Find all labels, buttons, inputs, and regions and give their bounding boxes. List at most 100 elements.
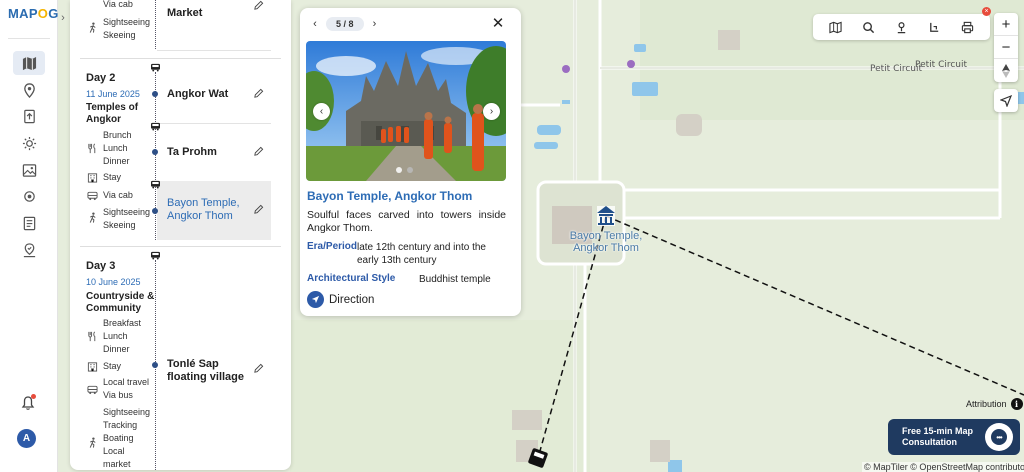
consultation-label: Free 15-min Map Consultation [902, 426, 974, 447]
bus-icon [87, 190, 98, 201]
bus-icon [87, 0, 98, 11]
direction-button[interactable]: Direction [307, 291, 374, 308]
timeline-dot [152, 149, 158, 155]
stop-name[interactable]: Bayon Temple, Angkor Thom [167, 197, 257, 223]
map-icon[interactable] [13, 51, 45, 75]
attribution-toggle[interactable]: Attribution i [966, 398, 1023, 410]
zoom-out-button[interactable]: − [994, 36, 1018, 59]
day-title: Day 2 [86, 72, 116, 84]
meal-icon [87, 331, 98, 342]
bus-icon [87, 384, 98, 395]
travel-mode: Via cab [103, 0, 133, 9]
sightseeing-icon [87, 212, 98, 223]
map-pin-check-icon[interactable] [13, 238, 45, 262]
travel-mode: Via cab [103, 190, 133, 200]
zoom-controls: + − [994, 13, 1018, 82]
bus-icon [151, 63, 160, 72]
place-description: Soulful faces carved into towers inside … [307, 209, 506, 234]
sightseeing-icon [87, 437, 98, 448]
travel-mode: Local travel Via bus [103, 377, 150, 400]
route-icon[interactable] [928, 20, 942, 34]
info-icon[interactable]: i [1010, 398, 1023, 410]
bus-icon [151, 251, 160, 260]
edit-pencil-icon[interactable] [253, 146, 264, 157]
activity-list: Sightseeing Skeeing [103, 207, 151, 230]
layers-icon[interactable] [829, 20, 843, 34]
place-title: Bayon Temple, Angkor Thom [307, 189, 473, 203]
edit-pencil-icon[interactable] [253, 363, 264, 374]
navigation-arrow-icon [1000, 94, 1012, 107]
hotel-icon [87, 172, 98, 183]
direction-label: Direction [329, 293, 375, 306]
edit-pencil-icon[interactable] [253, 88, 264, 99]
popup-pager: ‹ 5 / 8 › [310, 15, 380, 33]
geolocate-button[interactable] [994, 89, 1018, 112]
day-separator [80, 58, 281, 59]
stay-label: Stay [103, 361, 122, 371]
close-badge-icon[interactable]: × [982, 7, 991, 16]
zoom-in-button[interactable]: + [994, 13, 1018, 36]
edit-pencil-icon[interactable] [253, 0, 264, 11]
sightseeing-icon [87, 22, 98, 33]
map-photo-icon[interactable] [13, 158, 45, 182]
photo-carousel-dots [396, 167, 413, 173]
chevron-right-icon[interactable]: › [370, 18, 380, 30]
day-title: Day 3 [86, 260, 116, 272]
stay-label: Stay [103, 172, 122, 182]
itinerary-panel: Via cab Sightseeing Skeeing Market Day 2… [70, 0, 291, 470]
stop-name[interactable]: Tonlé Sap floating village [167, 358, 257, 384]
pager-count: 5 / 8 [326, 17, 364, 31]
consultation-button[interactable]: Free 15-min Map Consultation ••• [888, 419, 1020, 455]
app-logo[interactable]: MAPOG [8, 6, 59, 21]
stop-name[interactable]: Angkor Wat [167, 88, 257, 101]
day-date: 10 June 2025 [86, 277, 141, 287]
location-pin-icon[interactable] [13, 78, 45, 102]
chevron-left-icon[interactable]: ‹ [310, 18, 320, 30]
meal-list: Brunch Lunch Dinner [103, 130, 132, 166]
map-toolbar [813, 14, 990, 40]
timeline-dot [152, 91, 158, 97]
stop-name[interactable]: Market [167, 7, 257, 20]
activity-list: Sightseeing Tracking Boating Local marke… [103, 407, 151, 469]
left-rail: MAPOG A [0, 0, 58, 472]
close-icon[interactable]: ✕ [491, 16, 505, 32]
place-popup-card: ‹ 5 / 8 › ✕ ‹ › Bayon Temple, Angkor Tho… [300, 8, 521, 316]
map-copyright: © MapTiler © OpenStreetMap contributors [862, 462, 1024, 472]
timeline-dot [152, 362, 158, 368]
notification-dot [31, 394, 36, 399]
day-theme: Countryside & Community [86, 291, 155, 314]
person-pin-icon[interactable] [895, 20, 909, 34]
photo-prev-button[interactable]: ‹ [313, 103, 330, 120]
place-photo [306, 41, 506, 181]
meal-list: Breakfast Lunch Dinner [103, 318, 142, 354]
divider [157, 50, 271, 51]
chat-icon[interactable]: ••• [985, 423, 1013, 451]
report-icon[interactable] [13, 211, 45, 235]
timeline-line [155, 0, 156, 49]
carousel-dot-active[interactable] [396, 167, 402, 173]
era-label: Era/Period [307, 241, 358, 252]
hotel-icon [87, 361, 98, 372]
attribution-label: Attribution [966, 399, 1007, 409]
style-value: Buddhist temple [419, 274, 491, 285]
compass-icon[interactable] [994, 59, 1018, 82]
chevron-right-icon[interactable]: › [58, 10, 68, 26]
gear-icon[interactable] [13, 184, 45, 208]
era-value: late 12th century and into the early 13t… [357, 242, 486, 266]
avatar[interactable]: A [17, 429, 36, 448]
carousel-dot[interactable] [407, 167, 413, 173]
stop-name[interactable]: Ta Prohm [167, 146, 257, 159]
upload-icon[interactable] [13, 104, 45, 128]
rail-divider [8, 38, 50, 39]
settings-icon[interactable] [13, 131, 45, 155]
map-poi-label[interactable]: Bayon Temple, Angkor Thom [566, 230, 646, 254]
bus-icon [151, 122, 160, 131]
edit-pencil-icon[interactable] [253, 204, 264, 215]
map-road-label: Petit Circuit [915, 60, 968, 70]
photo-next-button[interactable]: › [483, 103, 500, 120]
search-icon[interactable] [862, 20, 876, 34]
day-separator [80, 246, 281, 247]
print-icon[interactable] [961, 20, 975, 34]
divider [157, 123, 271, 124]
meal-icon [87, 143, 98, 154]
